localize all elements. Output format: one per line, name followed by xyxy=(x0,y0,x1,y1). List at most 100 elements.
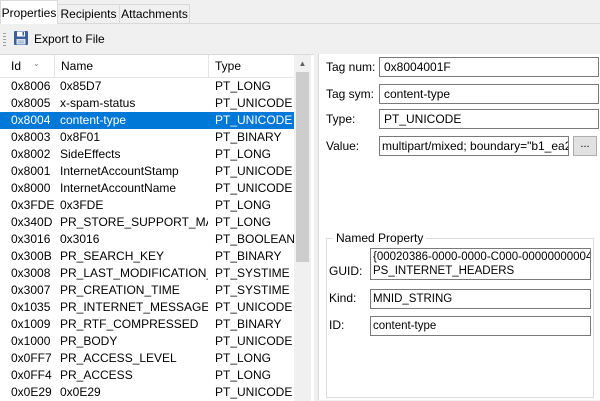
cell-name: PR_RTF_COMPRESSED xyxy=(60,317,199,331)
scroll-up-arrow-icon[interactable]: ▲ xyxy=(294,55,311,72)
guid-field[interactable]: {00020386-0000-0000-C000-000000000046} P… xyxy=(370,248,591,280)
cell-type: PT_LONG xyxy=(215,198,272,212)
cell-type: PT_LONG xyxy=(215,368,272,382)
cell-type: PT_LONG xyxy=(215,79,272,93)
tab-properties[interactable]: Properties xyxy=(0,0,58,24)
table-row[interactable]: 0x300B PR_SEARCH_KEY PT_BINARY xyxy=(0,248,294,265)
cell-type: PT_BINARY xyxy=(215,317,282,331)
cell-name: InternetAccountName xyxy=(60,181,177,195)
table-row[interactable]: 0x3FDE 0x3FDE PT_LONG xyxy=(0,197,294,214)
cell-id: 0x8005 xyxy=(11,96,51,110)
sort-descending-icon: ⌄ xyxy=(33,59,40,68)
cell-name: PR_SEARCH_KEY xyxy=(60,249,165,263)
table-row[interactable]: 0x3008 PR_LAST_MODIFICATION_... PT_SYSTIME xyxy=(0,265,294,282)
table-row[interactable]: 0x1035 PR_INTERNET_MESSAGE... PT_UNICODE xyxy=(0,299,294,316)
table-row[interactable]: 0x8005 x-spam-status PT_UNICODE xyxy=(0,95,294,112)
cell-type: PT_UNICODE xyxy=(215,385,293,399)
save-floppy-icon xyxy=(13,30,29,49)
type-field[interactable]: PT_UNICODE xyxy=(379,109,599,129)
browse-value-button[interactable]: ... xyxy=(573,136,597,156)
export-to-file-label: Export to File xyxy=(34,32,105,46)
export-to-file-button[interactable]: Export to File xyxy=(13,28,105,50)
property-details-panel: Tag num: 0x8004001F Tag sym: content-typ… xyxy=(318,54,600,400)
table-row[interactable]: 0x3007 PR_CREATION_TIME PT_SYSTIME xyxy=(0,282,294,299)
cell-id: 0x0FF4 xyxy=(11,368,52,382)
toolbar-grip[interactable] xyxy=(3,33,6,47)
column-header-type-label: Type xyxy=(215,59,242,73)
cell-id: 0x1000 xyxy=(11,334,51,348)
guid-value: {00020386-0000-0000-C000-000000000046} xyxy=(373,251,591,263)
scrollbar-thumb[interactable] xyxy=(296,72,309,262)
cell-type: PT_BINARY xyxy=(215,249,282,263)
cell-id: 0x1035 xyxy=(11,300,51,314)
column-header-type[interactable]: Type xyxy=(209,55,294,77)
tab-bar: Properties Recipients Attachments xyxy=(0,0,600,24)
table-row[interactable]: 0x8006 0x85D7 PT_LONG xyxy=(0,78,294,95)
cell-name: PR_STORE_SUPPORT_MA... xyxy=(60,215,208,229)
table-row[interactable]: 0x0FF4 PR_ACCESS PT_LONG xyxy=(0,367,294,384)
cell-type: PT_SYSTIME xyxy=(215,266,290,280)
cell-id: 0x0E29 xyxy=(11,385,52,399)
cell-type: PT_UNICODE xyxy=(215,164,293,178)
property-list[interactable]: ⌄ Id Name Type 0x8006 0x85D7 PT_LONG 0x8005… xyxy=(0,54,314,401)
table-row[interactable]: 0x340D PR_STORE_SUPPORT_MA... PT_LONG xyxy=(0,214,294,231)
cell-id: 0x8000 xyxy=(11,181,51,195)
cell-type: PT_LONG xyxy=(215,351,272,365)
named-property-title: Named Property xyxy=(333,231,427,245)
cell-type: PT_LONG xyxy=(215,215,272,229)
table-row[interactable]: 0x1009 PR_RTF_COMPRESSED PT_BINARY xyxy=(0,316,294,333)
cell-id: 0x8002 xyxy=(11,147,51,161)
cell-name: 0x3FDE xyxy=(60,198,104,212)
kind-label: Kind: xyxy=(329,291,357,305)
table-row[interactable]: 0x8002 SideEffects PT_LONG xyxy=(0,146,294,163)
tag-sym-field[interactable]: content-type xyxy=(379,84,599,104)
cell-id: 0x1009 xyxy=(11,317,51,331)
table-row[interactable]: 0x8004 content-type PT_UNICODE xyxy=(0,112,294,129)
cell-name: PR_ACCESS_LEVEL xyxy=(60,351,177,365)
cell-type: PT_BINARY xyxy=(215,130,282,144)
table-row[interactable]: 0x8000 InternetAccountName PT_UNICODE xyxy=(0,180,294,197)
tag-num-label: Tag num: xyxy=(326,60,376,74)
id-label: ID: xyxy=(329,318,345,332)
cell-id: 0x3016 xyxy=(11,232,51,246)
table-row[interactable]: 0x1000 PR_BODY PT_UNICODE xyxy=(0,333,294,350)
tab-recipients[interactable]: Recipients xyxy=(57,4,120,23)
column-header-id-label: Id xyxy=(11,59,22,73)
cell-name: PR_LAST_MODIFICATION_... xyxy=(60,266,208,280)
cell-id: 0x3007 xyxy=(11,283,51,297)
cell-type: PT_UNICODE xyxy=(215,96,293,110)
cell-type: PT_UNICODE xyxy=(215,300,293,314)
cell-id: 0x3008 xyxy=(11,266,51,280)
type-label: Type: xyxy=(326,112,356,126)
table-row[interactable]: 0x0E29 0x0E29 PT_UNICODE xyxy=(0,384,294,401)
guid-label: GUID: xyxy=(329,264,363,278)
named-property-group: Named Property GUID: {00020386-0000-0000… xyxy=(326,231,594,398)
table-row[interactable]: 0x8001 InternetAccountStamp PT_UNICODE xyxy=(0,163,294,180)
cell-name: PR_INTERNET_MESSAGE... xyxy=(60,300,208,314)
cell-name: PR_ACCESS xyxy=(60,368,133,382)
list-scrollbar[interactable]: ▲ xyxy=(294,55,311,401)
tag-sym-label: Tag sym: xyxy=(326,87,375,101)
column-header-id[interactable]: ⌄ Id xyxy=(5,55,55,77)
cell-id: 0x8003 xyxy=(11,130,51,144)
cell-id: 0x8006 xyxy=(11,79,51,93)
cell-id: 0x8001 xyxy=(11,164,51,178)
cell-id: 0x340D xyxy=(11,215,53,229)
cell-name: x-spam-status xyxy=(60,96,136,110)
cell-name: 0x85D7 xyxy=(60,79,102,93)
cell-type: PT_LONG xyxy=(215,147,272,161)
cell-name: InternetAccountStamp xyxy=(60,164,179,178)
cell-id: 0x300B xyxy=(11,249,52,263)
column-header-name[interactable]: Name xyxy=(55,55,209,77)
cell-type: PT_BOOLEAN xyxy=(215,232,295,246)
tab-attachments[interactable]: Attachments xyxy=(119,4,190,23)
table-row[interactable]: 0x3016 0x3016 PT_BOOLEAN xyxy=(0,231,295,248)
table-row[interactable]: 0x0FF7 PR_ACCESS_LEVEL PT_LONG xyxy=(0,350,294,367)
table-row[interactable]: 0x8003 0x8F01 PT_BINARY xyxy=(0,129,294,146)
cell-type: PT_UNICODE xyxy=(215,113,293,127)
tag-num-field[interactable]: 0x8004001F xyxy=(379,57,599,77)
toolbar: Export to File xyxy=(0,24,600,54)
kind-field[interactable]: MNID_STRING xyxy=(370,289,591,309)
value-field[interactable]: multipart/mixed; boundary="b1_ea2a0 xyxy=(379,136,569,156)
id-field[interactable]: content-type xyxy=(370,316,591,336)
